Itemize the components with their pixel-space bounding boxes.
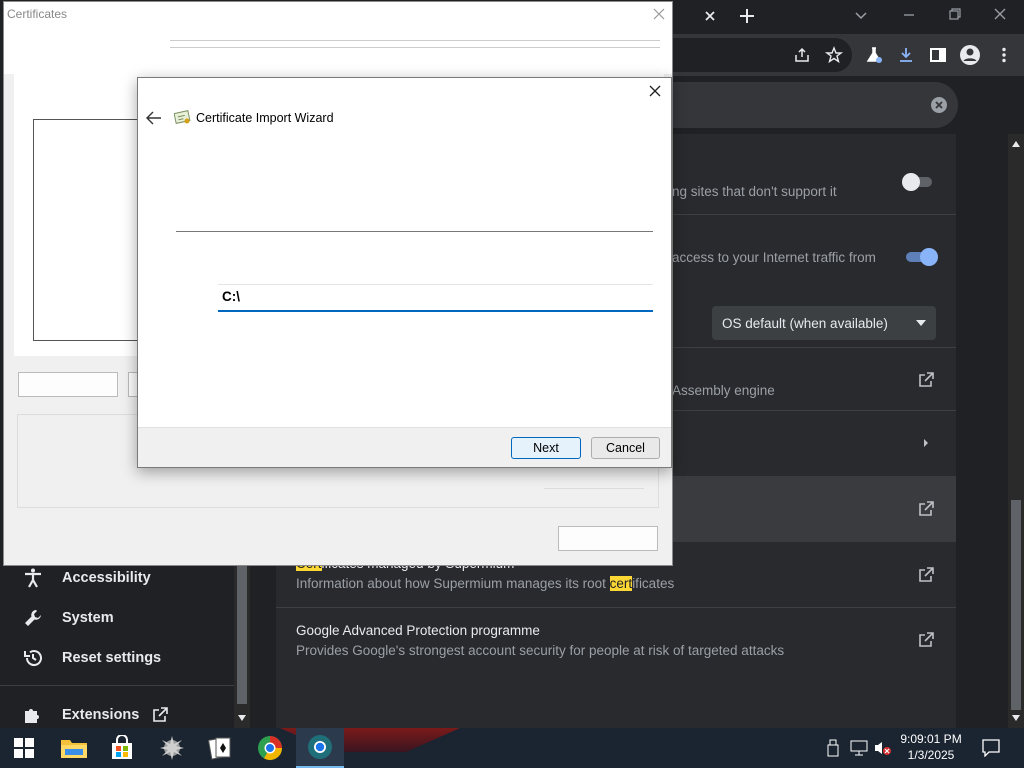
usb-eject-icon[interactable] — [826, 739, 840, 757]
wizard-separator — [176, 231, 653, 232]
certificate-icon — [174, 109, 192, 125]
dropdown-arrow-icon — [916, 320, 926, 326]
solitaire-icon[interactable] — [196, 728, 244, 768]
purpose-combobox[interactable] — [170, 40, 660, 48]
sidebar-item-label: Extensions — [62, 707, 140, 723]
windows-start-icon[interactable] — [0, 728, 48, 768]
settings-search-bar — [672, 76, 1024, 134]
taskbar: 9:09:01 PM 1/3/2025 — [0, 728, 1024, 768]
sidebar-item-system[interactable]: System — [22, 606, 114, 630]
sidebar-divider — [0, 685, 234, 686]
certificate-import-wizard: Certificate Import Wizard C:\ Next Cance… — [137, 77, 672, 468]
purpose-area — [4, 28, 672, 74]
sidebar-scrollbar-thumb[interactable] — [237, 564, 247, 704]
supermium-icon[interactable] — [246, 728, 294, 768]
setting-description: Assembly engine — [672, 383, 775, 398]
file-name-input[interactable]: C:\ — [218, 284, 653, 312]
sidebar-item-label: System — [62, 610, 114, 626]
notification-icon[interactable] — [982, 739, 1000, 757]
view-button[interactable] — [544, 475, 644, 489]
clear-search-icon[interactable] — [930, 96, 948, 114]
file-explorer-icon[interactable] — [50, 728, 98, 768]
sidebar-item-label: Reset settings — [62, 650, 162, 666]
wizard-footer: Next Cancel — [138, 427, 671, 467]
setting-description: access to your Internet traffic from — [672, 250, 876, 265]
profile-icon[interactable] — [959, 44, 981, 66]
scroll-down-arrow-icon[interactable] — [1011, 714, 1021, 722]
labs-flask-icon[interactable] — [865, 46, 883, 64]
window-close-icon[interactable] — [993, 7, 1007, 21]
close-button[interactable] — [558, 526, 658, 551]
bookmark-star-icon[interactable] — [825, 46, 843, 64]
import-button[interactable] — [18, 372, 118, 397]
content-scrollbar-thumb[interactable] — [1011, 500, 1021, 710]
external-link-icon — [151, 706, 169, 724]
secure-dns-select[interactable]: OS default (when available) — [712, 306, 936, 340]
content-scrollbar[interactable] — [1008, 134, 1024, 728]
sidebar-item-accessibility[interactable]: Accessibility — [22, 566, 151, 590]
minimize-icon[interactable] — [902, 8, 916, 22]
certificate-list[interactable] — [33, 119, 139, 341]
sidebar-item-reset-settings[interactable]: Reset settings — [22, 646, 161, 670]
wrench-icon — [22, 607, 44, 629]
sidebar-item-label: Accessibility — [62, 570, 151, 586]
certificates-title: Certificates — [7, 7, 68, 21]
browser-toolbar — [672, 34, 1024, 76]
select-value: OS default (when available) — [722, 315, 888, 331]
row-title: Google Advanced Protection programme — [296, 623, 540, 638]
settings-search-input[interactable] — [672, 82, 958, 128]
certificates-close-icon[interactable] — [652, 7, 666, 21]
next-button[interactable]: Next — [511, 437, 581, 459]
menu-kebab-icon[interactable] — [995, 46, 1013, 64]
puzzle-icon — [22, 704, 44, 726]
clock-time: 9:09:01 PM — [900, 732, 962, 746]
certificates-titlebar: Certificates — [4, 2, 672, 28]
scroll-down-arrow-icon[interactable] — [237, 714, 247, 722]
wizard-close-icon[interactable] — [648, 84, 662, 98]
clock[interactable]: 9:09:01 PM 1/3/2025 — [896, 731, 966, 763]
scroll-up-arrow-icon[interactable] — [1011, 140, 1021, 148]
network-icon[interactable] — [850, 739, 868, 757]
setting-description: ng sites that don't support it — [672, 184, 837, 199]
advanced-protection-row[interactable]: Google Advanced Protection programme Pro… — [276, 608, 956, 674]
volume-muted-icon[interactable] — [874, 740, 892, 756]
sidebar-scrollbar[interactable] — [234, 560, 250, 728]
accessibility-icon — [22, 567, 44, 589]
store-icon[interactable] — [98, 728, 146, 768]
clock-date: 1/3/2025 — [907, 748, 955, 762]
chevron-right-icon[interactable] — [922, 438, 930, 448]
external-link-icon[interactable] — [917, 566, 935, 584]
cancel-button[interactable]: Cancel — [591, 437, 660, 459]
app-icon[interactable] — [148, 728, 196, 768]
settings-sidebar: Accessibility System Reset settings Exte… — [0, 560, 250, 728]
row-description: Information about how Supermium manages … — [296, 576, 675, 591]
row-description: Provides Google's strongest account secu… — [296, 643, 785, 658]
toggle-switch-on[interactable] — [904, 248, 938, 266]
toggle-switch-off[interactable] — [902, 173, 934, 191]
restore-icon[interactable] — [948, 7, 962, 21]
download-icon[interactable] — [897, 46, 915, 64]
share-icon[interactable] — [793, 46, 811, 64]
back-arrow-icon[interactable] — [146, 111, 162, 125]
external-link-icon[interactable] — [917, 500, 935, 518]
side-panel-icon[interactable] — [929, 46, 947, 64]
supermium-active-icon[interactable] — [296, 728, 344, 768]
tab-bar — [672, 0, 1024, 34]
new-tab-icon[interactable] — [738, 7, 756, 25]
external-link-icon[interactable] — [917, 631, 935, 649]
history-icon — [22, 647, 44, 669]
file-name-value: C:\ — [222, 289, 240, 304]
tab-close-icon[interactable] — [702, 8, 718, 24]
sidebar-item-extensions[interactable]: Extensions — [22, 703, 169, 727]
tab-search-icon[interactable] — [854, 8, 868, 22]
wizard-title: Certificate Import Wizard — [196, 111, 334, 125]
external-link-icon[interactable] — [917, 371, 935, 389]
